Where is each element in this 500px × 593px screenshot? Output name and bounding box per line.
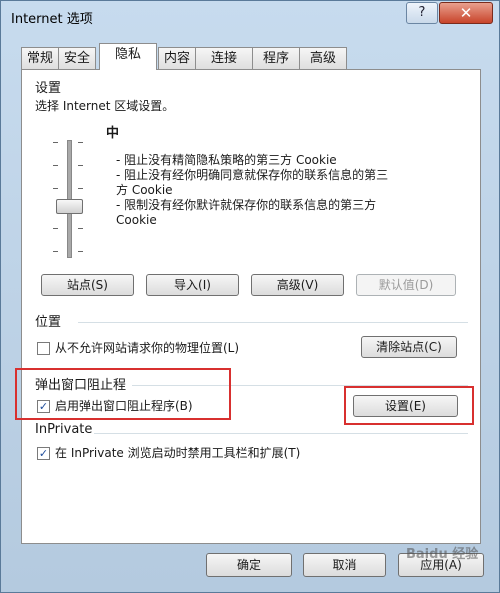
slider-tick (78, 228, 83, 229)
privacy-slider-thumb[interactable] (56, 199, 83, 214)
inprivate-checkbox-label: 在 InPrivate 浏览启动时禁用工具栏和扩展(T) (55, 446, 301, 460)
inprivate-checkbox[interactable]: ✓ (37, 447, 50, 460)
highlight-box-popup-blocker (15, 368, 231, 420)
location-checkbox[interactable] (37, 342, 50, 355)
privacy-desc-line: - 阻止没有经你明确同意就保存你的联系信息的第三 (116, 168, 389, 182)
tab-content[interactable]: 内容 (158, 47, 196, 69)
slider-tick (78, 165, 83, 166)
help-button[interactable]: ? (406, 2, 438, 24)
internet-options-window: Internet 选项 ? ✕ 常规 安全 隐私 内容 连接 程序 高级 设置 … (0, 0, 500, 593)
section-divider (78, 322, 468, 323)
title-bar[interactable]: Internet 选项 ? ✕ (1, 1, 499, 35)
tab-connections[interactable]: 连接 (195, 47, 253, 69)
advanced-button[interactable]: 高级(V) (251, 274, 344, 296)
slider-tick (53, 142, 58, 143)
window-title: Internet 选项 (11, 12, 93, 27)
tab-advanced[interactable]: 高级 (299, 47, 347, 69)
location-checkbox-label: 从不允许网站请求你的物理位置(L) (55, 341, 240, 355)
tab-general[interactable]: 常规 (21, 47, 59, 69)
import-button[interactable]: 导入(I) (146, 274, 239, 296)
location-heading: 位置 (35, 315, 62, 330)
slider-tick (53, 188, 58, 189)
slider-tick (78, 251, 83, 252)
slider-tick (53, 228, 58, 229)
ok-button[interactable]: 确定 (206, 553, 292, 577)
sites-button[interactable]: 站点(S) (41, 274, 134, 296)
close-icon: ✕ (459, 4, 473, 22)
privacy-desc-line: - 限制没有经你默许就保存你的联系信息的第三方 (116, 198, 377, 212)
cancel-button[interactable]: 取消 (303, 553, 386, 577)
highlight-box-settings-button (344, 386, 474, 425)
clear-sites-button[interactable]: 清除站点(C) (361, 336, 457, 358)
slider-tick (53, 165, 58, 166)
tab-privacy[interactable]: 隐私 (99, 43, 157, 70)
inprivate-heading: InPrivate (35, 422, 93, 437)
watermark: Baidu 经验 (406, 547, 479, 562)
privacy-desc-line: 方 Cookie (116, 183, 173, 197)
default-button[interactable]: 默认值(D) (356, 274, 456, 296)
privacy-level-label: 中 (106, 126, 120, 141)
settings-instruction: 选择 Internet 区域设置。 (35, 99, 175, 113)
tab-programs[interactable]: 程序 (252, 47, 300, 69)
section-divider (94, 433, 468, 434)
privacy-desc-line: Cookie (116, 213, 157, 227)
privacy-panel: 设置 选择 Internet 区域设置。 中 - 阻止没有精简隐私策略的第三方 … (21, 69, 481, 544)
slider-tick (78, 188, 83, 189)
checkmark-icon: ✓ (38, 447, 49, 460)
close-button[interactable]: ✕ (439, 2, 493, 24)
privacy-desc-line: - 阻止没有精简隐私策略的第三方 Cookie (116, 153, 337, 167)
slider-tick (53, 251, 58, 252)
tab-security[interactable]: 安全 (58, 47, 96, 69)
slider-tick (78, 142, 83, 143)
settings-heading: 设置 (35, 81, 62, 96)
